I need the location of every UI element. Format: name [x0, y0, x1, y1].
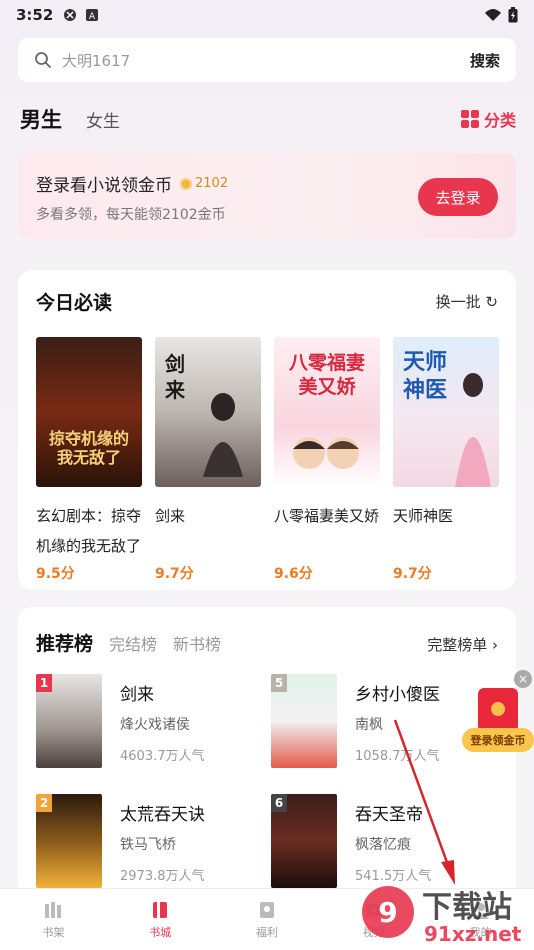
book-card[interactable]: 八零福妻美又娇 八零福妻美又娇 9.6分: [274, 337, 380, 583]
tab-female[interactable]: 女生: [86, 107, 120, 132]
floating-coin-ad[interactable]: × 登录领金币: [462, 670, 534, 760]
couple-illustration: [293, 437, 359, 469]
search-input[interactable]: 大明1617: [62, 50, 470, 71]
gender-tabs: 男生 女生 分类: [20, 104, 516, 134]
bookstore-icon: [153, 902, 168, 918]
category-grid-icon: [460, 110, 479, 128]
book-score: 9.7分: [393, 566, 432, 582]
book-card[interactable]: 天师神医 天师神医 9.7分: [393, 337, 499, 583]
site-watermark: 9 下载站 91xz.net: [360, 878, 530, 948]
rank-number: 6: [271, 794, 287, 812]
ranking-item[interactable]: 6 吞天圣帝 枫落忆痕 541.5万人气: [271, 794, 506, 888]
section-title: 今日必读: [36, 292, 113, 314]
refresh-label: 换一批: [435, 293, 481, 311]
book-score: 9.7分: [155, 566, 194, 582]
book-popularity: 4603.7万人气: [120, 749, 205, 764]
book-cover[interactable]: 剑来: [155, 337, 261, 487]
book-author: 铁马飞桥: [120, 837, 176, 853]
nav-welfare[interactable]: 福利: [214, 889, 321, 950]
tab-completed-rank[interactable]: 完结榜: [109, 631, 157, 655]
refresh-button[interactable]: 换一批 ↻: [436, 291, 498, 312]
book-author: 南枫: [355, 717, 383, 733]
book-title: 玄幻剧本：掠夺机缘的我无敌了: [36, 507, 142, 555]
book-title: 八零福妻美又娇: [274, 507, 380, 525]
book-score: 9.5分: [36, 566, 75, 582]
category-button[interactable]: 分类: [460, 107, 516, 131]
refresh-icon: ↻: [485, 293, 498, 311]
book-popularity: 1058.7万人气: [355, 749, 440, 764]
wifi-icon: [485, 9, 501, 21]
search-icon: [35, 52, 51, 68]
rank-number: 2: [36, 794, 52, 812]
book-card[interactable]: 掠夺机缘的我无敌了 玄幻剧本：掠夺机缘的我无敌了 9.5分: [36, 337, 142, 583]
full-ranking-label: 完整榜单: [427, 636, 488, 654]
category-label: 分类: [483, 111, 516, 130]
status-bar: 3:52 A: [0, 0, 534, 30]
book-title: 太荒吞天诀: [120, 805, 205, 825]
nav-label: 书城: [149, 926, 172, 939]
book-cover[interactable]: 八零福妻美又娇: [274, 337, 380, 487]
watermark-text: 下载站: [422, 890, 512, 925]
coin-badge: 2102: [180, 176, 228, 191]
ranking-section: 推荐榜 完结榜 新书榜 完整榜单 › 1 剑来 烽火戏诸侯 4603.7万人气 …: [18, 607, 516, 897]
book-cover[interactable]: 6: [271, 794, 337, 888]
book-title: 剑来: [155, 507, 186, 525]
book-author: 烽火戏诸侯: [120, 717, 190, 733]
book-score: 9.6分: [274, 566, 313, 582]
book-title: 天师神医: [393, 507, 454, 525]
book-cover-title: 八零福妻美又娇: [288, 352, 365, 398]
welfare-icon: [259, 902, 274, 918]
tab-new-rank[interactable]: 新书榜: [173, 631, 221, 655]
book-popularity: 2973.8万人气: [120, 869, 205, 884]
login-button[interactable]: 去登录: [418, 178, 498, 216]
close-icon[interactable]: ×: [514, 670, 532, 688]
coin-icon: [180, 177, 192, 190]
watermark-domain: 91xz.net: [424, 922, 522, 946]
red-packet-icon: [478, 688, 518, 732]
battery-icon: [508, 7, 518, 23]
book-cover[interactable]: 1: [36, 674, 102, 768]
book-cover[interactable]: 2: [36, 794, 102, 888]
login-promo-card: 登录看小说领金币 2102 多看多领，每天能领2102金币 去登录: [18, 153, 516, 239]
svg-text:A: A: [89, 12, 96, 22]
book-title: 吞天圣帝: [355, 805, 423, 825]
book-title: 乡村小傻医: [355, 685, 440, 705]
must-read-section: 今日必读 换一批 ↻ 掠夺机缘的我无敌了 玄幻剧本：掠夺机缘的我无敌了 9.5分…: [18, 270, 516, 590]
book-title: 剑来: [120, 685, 154, 705]
tab-male[interactable]: 男生: [20, 104, 62, 134]
nav-bookshelf[interactable]: 书架: [0, 889, 107, 950]
book-cover[interactable]: 天师神医: [393, 337, 499, 487]
book-cover[interactable]: 5: [271, 674, 337, 768]
rank-number: 1: [36, 674, 52, 692]
figure-illustration: [203, 393, 243, 477]
bookshelf-icon: [45, 902, 62, 918]
book-card[interactable]: 剑来 剑来 9.7分: [155, 337, 261, 583]
figure-illustration: [455, 373, 491, 487]
ranking-item[interactable]: 1 剑来 烽火戏诸侯 4603.7万人气: [36, 674, 271, 768]
status-time: 3:52: [16, 6, 54, 24]
login-promo-title: 登录看小说领金币: [36, 176, 172, 196]
rank-number: 5: [271, 674, 287, 692]
nav-label: 福利: [255, 926, 278, 939]
floating-ad-label: 登录领金币: [462, 728, 534, 752]
search-bar[interactable]: 大明1617 搜索: [18, 38, 516, 82]
book-cover[interactable]: 掠夺机缘的我无敌了: [36, 337, 142, 487]
nav-label: 书架: [42, 926, 65, 939]
app-a-icon: A: [86, 9, 99, 22]
book-author: 枫落忆痕: [355, 837, 411, 853]
tab-recommend-rank[interactable]: 推荐榜: [36, 629, 93, 656]
full-ranking-link[interactable]: 完整榜单 ›: [427, 634, 498, 655]
nav-bookstore[interactable]: 书城: [107, 889, 214, 950]
book-cover-title: 剑来: [165, 352, 185, 402]
book-cover-title: 掠夺机缘的我无敌了: [48, 429, 129, 467]
sync-icon: [64, 9, 77, 21]
search-button[interactable]: 搜索: [470, 50, 500, 71]
ranking-item[interactable]: 2 太荒吞天诀 铁马飞桥 2973.8万人气: [36, 794, 271, 888]
svg-text:9: 9: [378, 896, 397, 929]
chevron-right-icon: ›: [492, 636, 498, 654]
book-cover-title: 天师神医: [403, 350, 448, 403]
coin-amount: 2102: [195, 176, 229, 191]
